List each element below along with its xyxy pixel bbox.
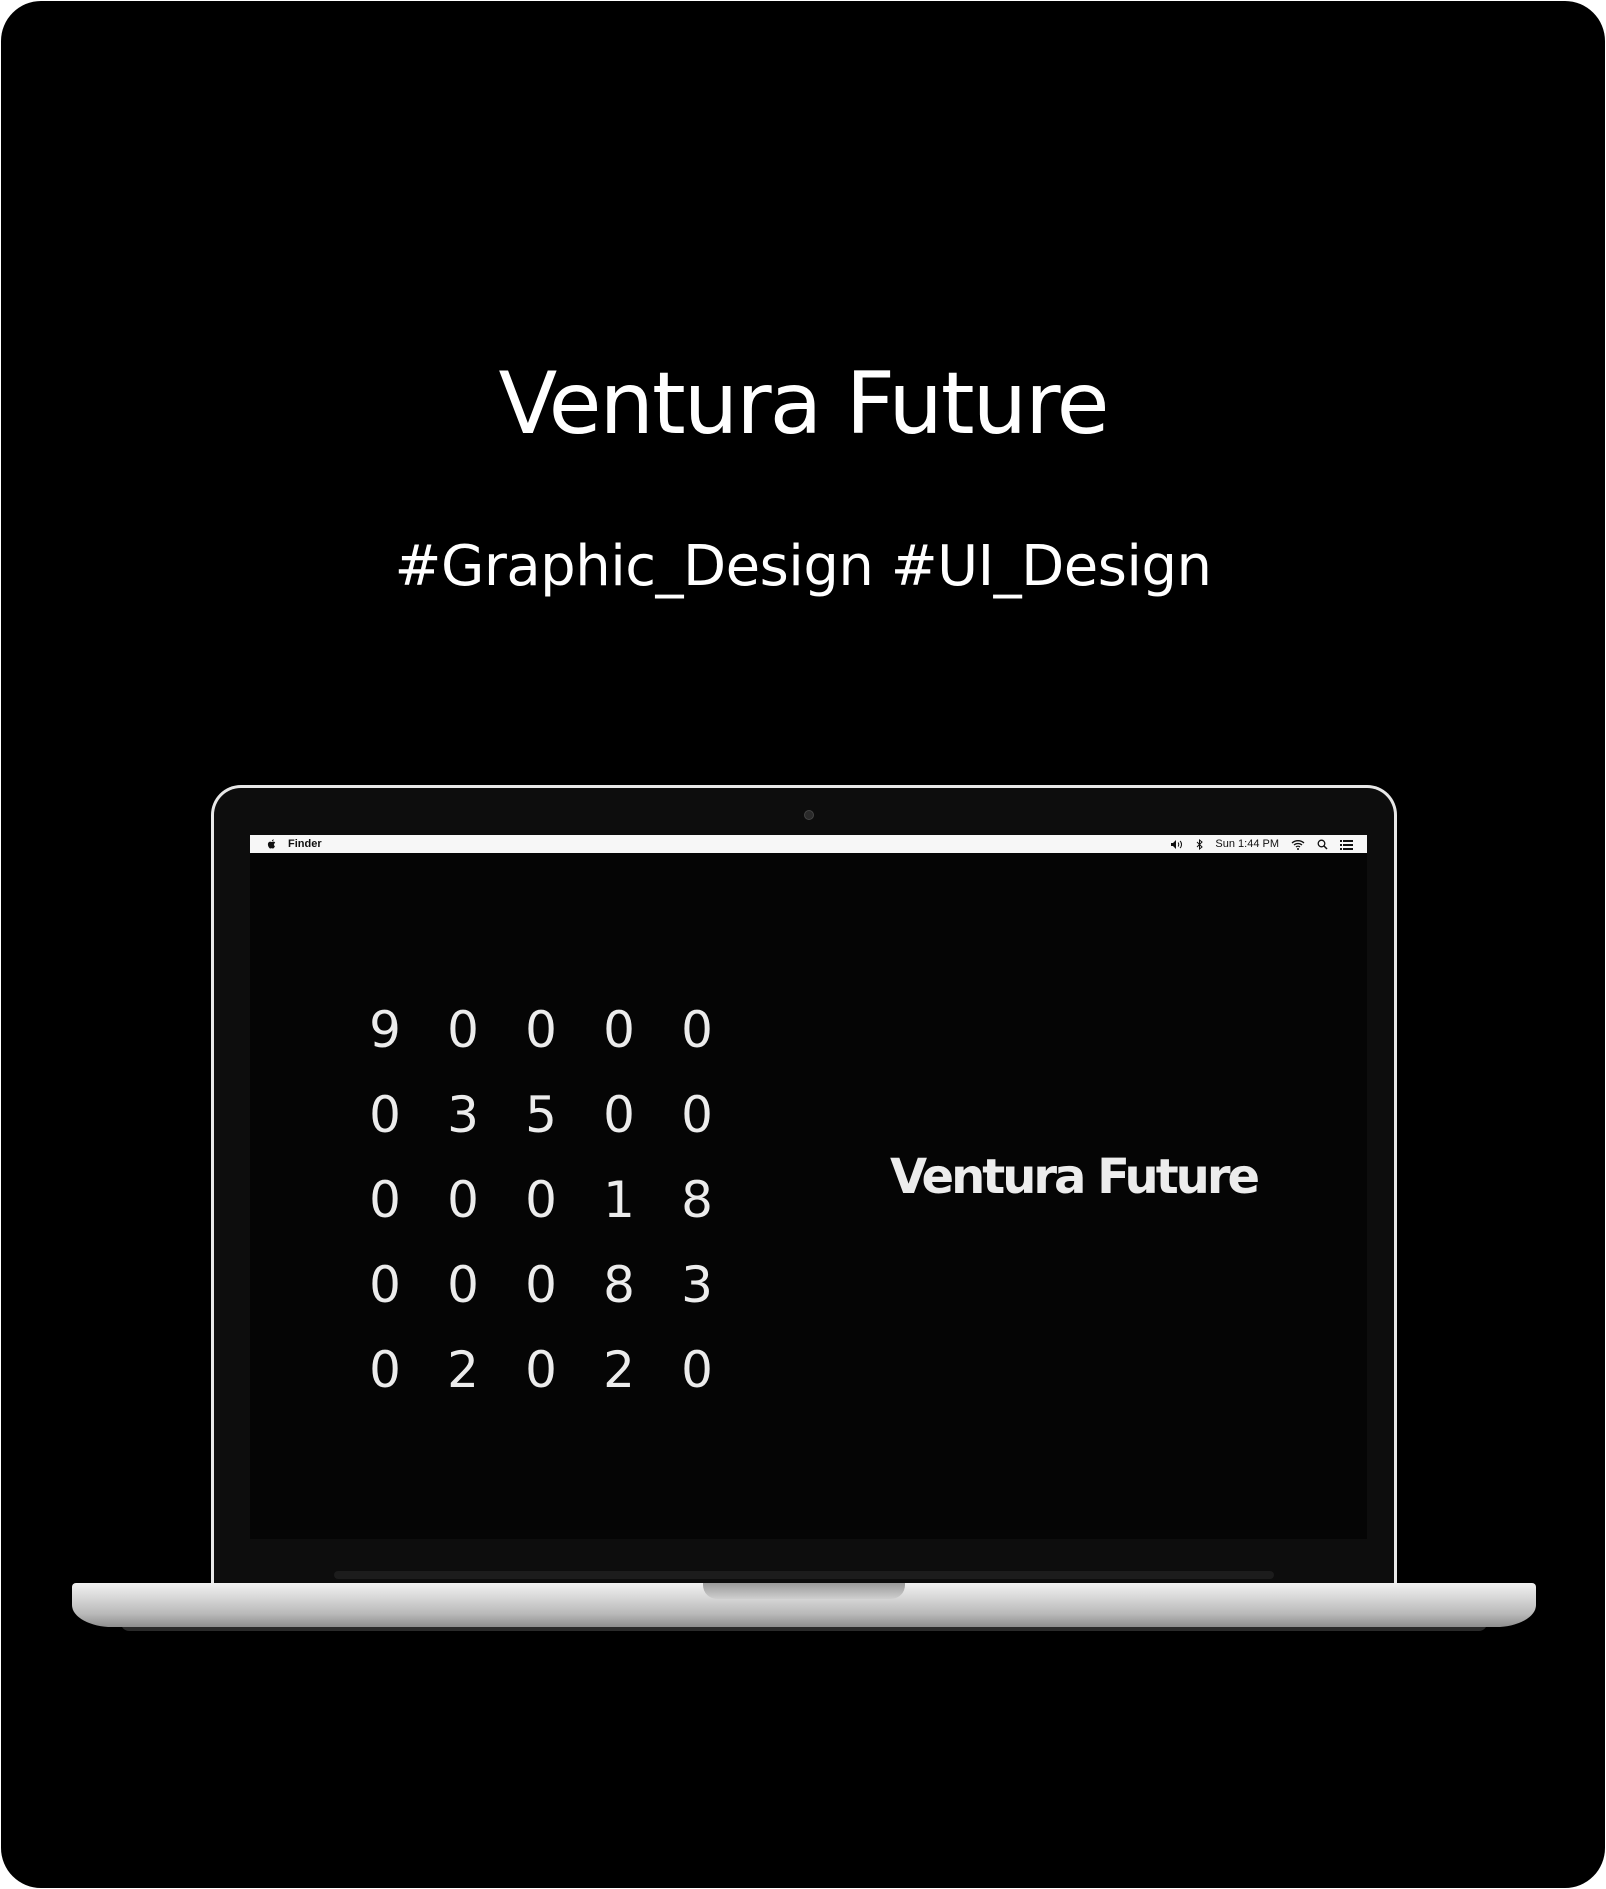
search-icon[interactable] [1317,839,1328,850]
digit: 0 [369,1255,401,1314]
digit: 3 [447,1085,479,1144]
digit: 0 [447,1170,479,1229]
menu-clock[interactable]: Sun 1:44 PM [1215,838,1279,850]
apple-icon[interactable] [266,838,278,850]
menu-app-finder[interactable]: Finder [288,838,322,850]
digit: 9 [369,1000,401,1059]
digit: 0 [447,1000,479,1059]
laptop-lid: Finder Sun 1:44 PM 9 0 0 0 0 0 3 5 0 0 0… [211,785,1397,1591]
laptop-notch [703,1583,905,1599]
laptop-base [72,1583,1536,1627]
menu-status-area: Sun 1:44 PM [1170,838,1353,850]
menu-bar: Finder Sun 1:44 PM [250,835,1367,853]
bezel-hinge [334,1571,1274,1579]
digit: 0 [603,1000,635,1059]
digit: 0 [681,1340,713,1399]
digit-grid: 9 0 0 0 0 0 3 5 0 0 0 0 0 1 8 0 0 0 8 3 [346,987,736,1412]
digit: 0 [525,1255,557,1314]
digit: 0 [525,1170,557,1229]
volume-icon[interactable] [1170,839,1184,850]
wifi-icon[interactable] [1291,839,1305,850]
digit: 0 [369,1340,401,1399]
digit: 0 [369,1170,401,1229]
digit: 0 [525,1000,557,1059]
hero-title: Ventura Future [498,354,1109,454]
laptop-screen: Finder Sun 1:44 PM 9 0 0 0 0 0 3 5 0 0 0… [250,835,1367,1539]
digit: 1 [603,1170,635,1229]
digit: 0 [447,1255,479,1314]
digit: 5 [525,1085,557,1144]
bluetooth-icon[interactable] [1196,838,1204,850]
digit: 0 [369,1085,401,1144]
hero-tags: #Graphic_Design #UI_Design [394,534,1212,599]
digit: 0 [681,1085,713,1144]
digit: 8 [603,1255,635,1314]
digit: 2 [603,1340,635,1399]
list-icon[interactable] [1340,839,1353,850]
digit: 8 [681,1170,713,1229]
digit: 0 [603,1085,635,1144]
digit: 3 [681,1255,713,1314]
card-background: Ventura Future #Graphic_Design #UI_Desig… [1,1,1605,1888]
screen-title: Ventura Future [890,1149,1260,1205]
camera-icon [804,810,814,820]
digit: 2 [447,1340,479,1399]
digit: 0 [681,1000,713,1059]
digit: 0 [525,1340,557,1399]
